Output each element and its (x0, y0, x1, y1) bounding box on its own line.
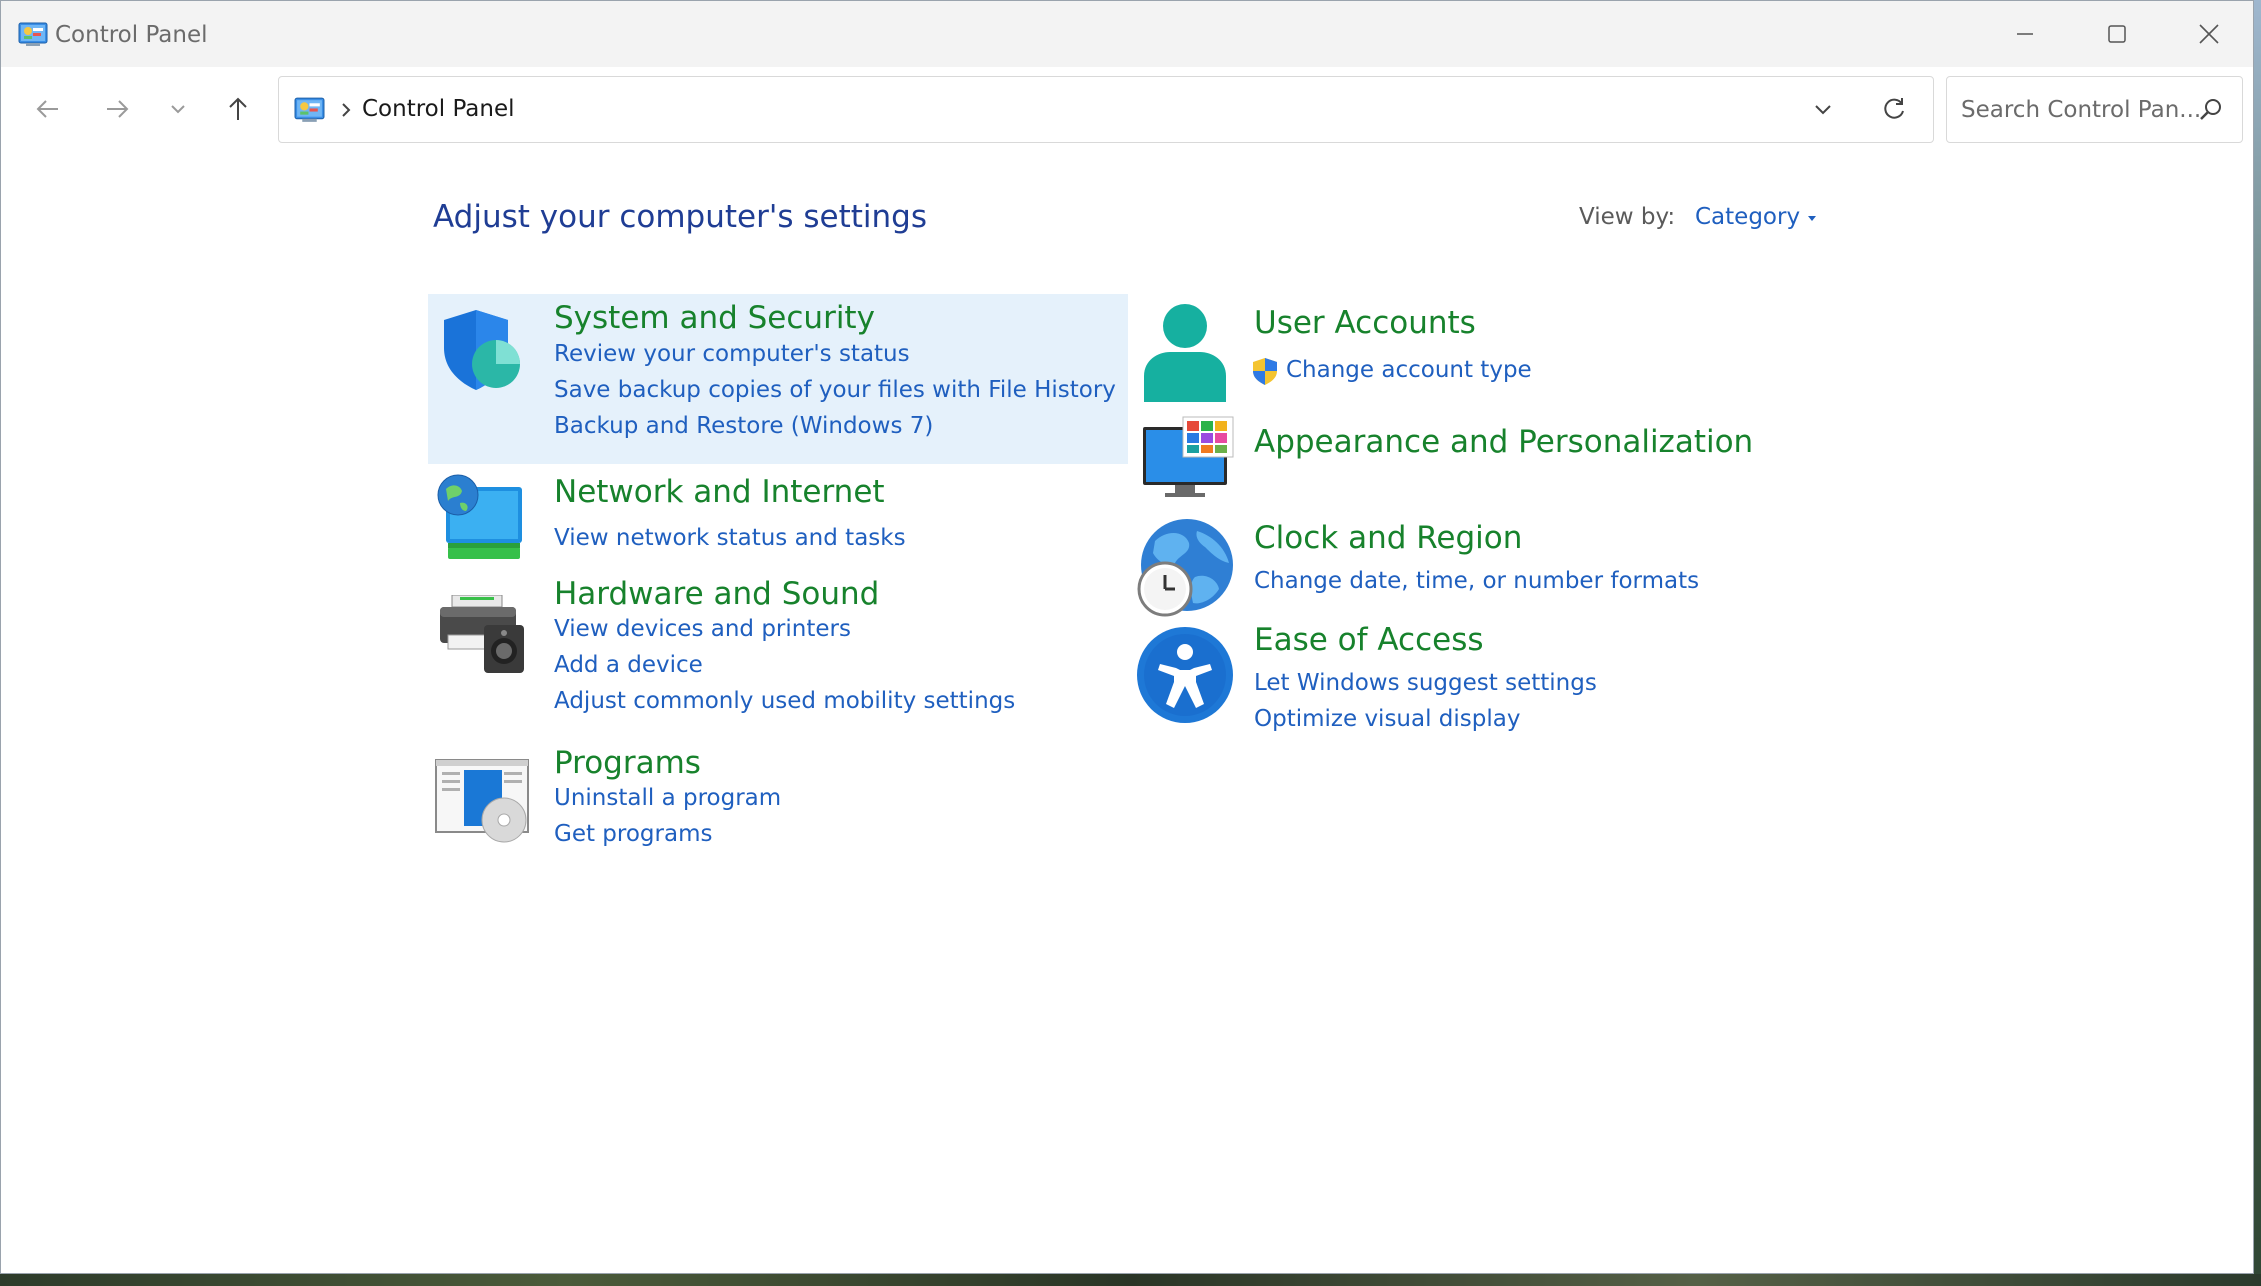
category-programs[interactable]: Programs Uninstall a program Get program… (428, 742, 1128, 857)
printer-speaker-icon (440, 595, 524, 673)
view-by-dropdown[interactable]: Category (1695, 202, 1817, 232)
category-network-internet[interactable]: Network and Internet View network status… (428, 471, 1128, 576)
category-clock-region[interactable]: Clock and Region Change date, time, or n… (1132, 511, 1832, 621)
link-change-account-type[interactable]: Change account type (1286, 355, 1532, 385)
breadcrumb-control-panel[interactable]: Control Panel (362, 94, 515, 124)
category-title[interactable]: Programs (554, 744, 701, 782)
minimize-icon (2017, 33, 2033, 35)
category-system-security[interactable]: System and Security Review your computer… (428, 294, 1128, 464)
chevron-down-icon[interactable] (1811, 99, 1835, 121)
view-by-label: View by: (1579, 204, 1676, 230)
chevron-down-icon (171, 105, 185, 114)
maximize-icon (2108, 25, 2126, 43)
desktop-wallpaper-edge (2254, 0, 2261, 1286)
user-icon (1144, 304, 1226, 402)
up-button[interactable] (210, 81, 266, 137)
shield-icon (444, 310, 520, 390)
search-input[interactable] (1959, 91, 2203, 129)
link-devices-printers[interactable]: View devices and printers (554, 614, 851, 644)
page-title: Adjust your computer's settings (433, 199, 927, 235)
category-title[interactable]: Ease of Access (1254, 621, 1484, 659)
category-title[interactable]: Appearance and Personalization (1254, 423, 1753, 461)
category-title[interactable]: Network and Internet (554, 473, 885, 511)
desktop-wallpaper-edge (0, 1274, 2261, 1286)
link-review-status[interactable]: Review your computer's status (554, 339, 910, 369)
search-box[interactable] (1946, 76, 2243, 143)
link-date-time-formats[interactable]: Change date, time, or number formats (1254, 566, 1699, 596)
caret-down-icon (1808, 215, 1817, 221)
programs-disc-icon (435, 759, 529, 843)
link-add-device[interactable]: Add a device (554, 650, 703, 680)
link-file-history[interactable]: Save backup copies of your files with Fi… (554, 375, 1116, 405)
category-hardware-sound[interactable]: Hardware and Sound View devices and prin… (428, 573, 1128, 723)
arrow-up-icon (229, 97, 247, 120)
category-ease-of-access[interactable]: Ease of Access Let Windows suggest setti… (1132, 616, 1832, 741)
address-bar[interactable]: Control Panel (278, 76, 1934, 143)
uac-shield-icon (1253, 358, 1277, 385)
control-panel-icon (294, 97, 325, 122)
link-mobility-settings[interactable]: Adjust commonly used mobility settings (554, 686, 1015, 716)
monitor-palette-icon (1143, 416, 1234, 497)
control-panel-icon (18, 22, 48, 46)
link-network-status[interactable]: View network status and tasks (554, 523, 906, 553)
arrow-right-icon (107, 100, 129, 118)
minimize-button[interactable] (1979, 1, 2071, 67)
view-by-value: Category (1695, 204, 1801, 230)
link-get-programs[interactable]: Get programs (554, 819, 712, 849)
title-bar[interactable]: Control Panel (1, 1, 2253, 67)
arrow-left-icon (36, 100, 58, 118)
recent-locations-button[interactable] (150, 81, 206, 137)
category-title[interactable]: Clock and Region (1254, 519, 1522, 557)
forward-button[interactable] (89, 81, 145, 137)
control-panel-window: Control Panel Control Panel Search Contr… (0, 0, 2254, 1274)
category-user-accounts[interactable]: User Accounts Change account type (1132, 296, 1832, 406)
chevron-right-icon[interactable] (339, 99, 353, 121)
refresh-icon[interactable] (1880, 95, 1908, 123)
link-uninstall-program[interactable]: Uninstall a program (554, 783, 781, 813)
close-icon (2199, 24, 2219, 44)
category-title[interactable]: User Accounts (1254, 304, 1476, 342)
close-button[interactable] (2163, 1, 2253, 67)
maximize-button[interactable] (2071, 1, 2163, 67)
globe-clock-icon (1137, 519, 1233, 617)
back-button[interactable] (20, 81, 76, 137)
link-optimize-display[interactable]: Optimize visual display (1254, 704, 1520, 734)
category-title[interactable]: System and Security (554, 299, 875, 337)
window-title: Control Panel (55, 22, 208, 48)
link-backup-restore[interactable]: Backup and Restore (Windows 7) (554, 411, 933, 441)
network-globe-icon (437, 474, 522, 559)
link-suggest-settings[interactable]: Let Windows suggest settings (1254, 668, 1597, 698)
accessibility-icon (1137, 627, 1233, 723)
search-icon[interactable] (2198, 97, 2224, 123)
category-title[interactable]: Hardware and Sound (554, 575, 879, 613)
category-appearance[interactable]: Appearance and Personalization (1132, 413, 1832, 498)
